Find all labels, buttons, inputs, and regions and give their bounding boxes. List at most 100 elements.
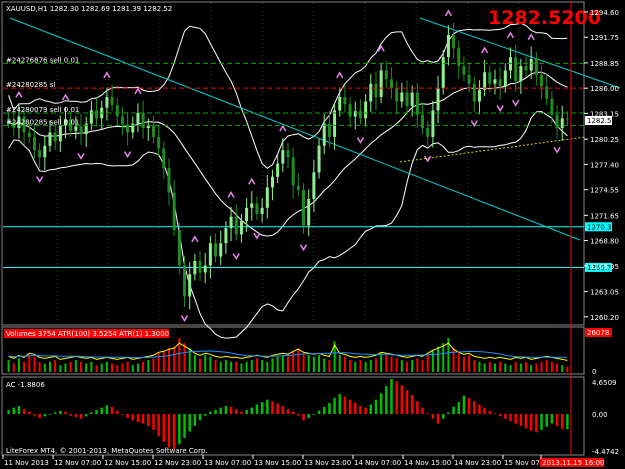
candle-body — [483, 72, 487, 90]
candle-body — [48, 132, 52, 146]
candle-body — [389, 79, 393, 89]
candle-body — [307, 198, 311, 226]
time-tick-label: 12 Nov 15:00 — [104, 459, 151, 467]
candle-body — [74, 126, 78, 131]
price-tick-label: 1280.25 — [590, 136, 619, 144]
metatrader-chart[interactable]: 1270.361265.77 #24276876 sell 0.01#24280… — [0, 0, 625, 469]
price-tick-label: 1294.60 — [590, 9, 619, 17]
time-axis[interactable]: 11 Nov 2013 12 Nov 07:00 12 Nov 15:00 12 No… — [2, 455, 604, 467]
price-tick-label: 1265.95 — [590, 263, 619, 271]
level-price-label: 1270.36 — [587, 223, 616, 231]
candle-body — [177, 229, 181, 266]
candle-body — [188, 274, 192, 297]
candle-body — [317, 145, 321, 173]
candle-body — [333, 110, 337, 137]
time-tick-label: 14 Nov 15:00 — [404, 459, 451, 467]
candle-body — [415, 92, 419, 115]
candle-body — [120, 116, 124, 125]
candle-body — [162, 148, 166, 168]
time-tick-label: 14 Nov 23:00 — [454, 459, 501, 467]
price-tick-label: 1277.40 — [590, 161, 619, 169]
candle-body — [472, 83, 476, 102]
candle-body — [498, 79, 502, 87]
price-axis[interactable]: 1294.601291.751288.851286.001283.151280.… — [584, 9, 619, 322]
ac-mid-label: 0.00 — [592, 411, 608, 419]
time-tick-label: 2013.11.15 16:00 — [542, 459, 604, 467]
candle-body — [239, 221, 243, 235]
candle-body — [327, 123, 331, 137]
candle-body — [395, 88, 399, 102]
candle-body — [446, 35, 450, 58]
candle-body — [426, 128, 430, 137]
order-line-label: #24280079 sell 0.01 — [6, 106, 79, 114]
candle-body — [514, 57, 518, 82]
candle-body — [105, 97, 109, 108]
candle-body — [405, 92, 409, 106]
candle-body — [208, 243, 212, 266]
price-tick-label: 1263.05 — [590, 289, 619, 297]
candle-body — [477, 89, 481, 102]
candle-body — [115, 105, 119, 117]
price-tick-label: 1260.20 — [590, 314, 619, 322]
candle-body — [431, 110, 435, 137]
time-tick-label: 13 Nov 07:00 — [204, 459, 251, 467]
volume-min-label: 0 — [592, 368, 596, 376]
symbol-header: XAUUSD,H1 1282.30 1282.69 1281.39 1282.5… — [6, 5, 172, 13]
candle-body — [53, 132, 57, 142]
time-tick-label: 13 Nov 15:00 — [254, 459, 301, 467]
candle-body — [353, 111, 357, 117]
candle-body — [136, 112, 140, 124]
candle-body — [384, 70, 388, 80]
candle-body — [234, 216, 238, 235]
candle-body — [291, 157, 295, 186]
candle-body — [312, 172, 316, 199]
candle-body — [260, 207, 264, 215]
time-tick-label: 14 Nov 07:00 — [354, 459, 401, 467]
time-tick-label: 12 Nov 07:00 — [54, 459, 101, 467]
candle-body — [89, 110, 93, 124]
current-price-text: 1282.52 — [587, 117, 616, 125]
candle-body — [27, 132, 31, 137]
candle-body — [167, 167, 171, 193]
candle-body — [358, 111, 362, 119]
candle-body — [493, 79, 497, 84]
price-tick-label: 1271.65 — [590, 212, 619, 220]
candle-body — [550, 98, 554, 115]
candle-body — [322, 123, 326, 146]
candle-body — [265, 187, 269, 208]
candle-body — [540, 74, 544, 87]
candle-body — [560, 118, 564, 129]
candle-body — [224, 228, 228, 244]
volume-max-label: 26078 — [587, 329, 609, 337]
ac-panel-frame — [1, 376, 585, 456]
price-tick-label: 1268.80 — [590, 238, 619, 246]
candle-body — [410, 92, 414, 106]
candle-body — [452, 35, 456, 49]
candle-body — [270, 176, 274, 188]
candle-body — [110, 97, 114, 106]
price-tick-label: 1286.00 — [590, 85, 619, 93]
candle-body — [43, 145, 47, 158]
candle-body — [183, 265, 187, 297]
time-tick-label: 11 Nov 2013 — [4, 459, 49, 467]
candle-body — [286, 150, 290, 158]
candle-body — [369, 83, 373, 102]
candle-body — [79, 126, 83, 135]
candle-body — [193, 260, 197, 275]
copyright-text: LiteForex MT4, © 2001-2013, MetaQuotes S… — [6, 447, 208, 455]
candle-body — [503, 70, 507, 87]
big-price-label: 1282.5200 — [488, 7, 601, 29]
candle-body — [374, 83, 378, 98]
candle-body — [95, 110, 99, 119]
price-tick-label: 1291.75 — [590, 34, 619, 42]
candle-body — [296, 185, 300, 191]
candle-body — [255, 203, 259, 215]
candle-body — [276, 163, 280, 177]
candle-body — [488, 72, 492, 84]
candle-body — [441, 57, 445, 89]
candle-body — [151, 125, 155, 137]
candle-body — [364, 101, 368, 119]
candle-body — [58, 125, 62, 142]
candle-body — [524, 66, 528, 71]
candle-body — [32, 136, 36, 151]
